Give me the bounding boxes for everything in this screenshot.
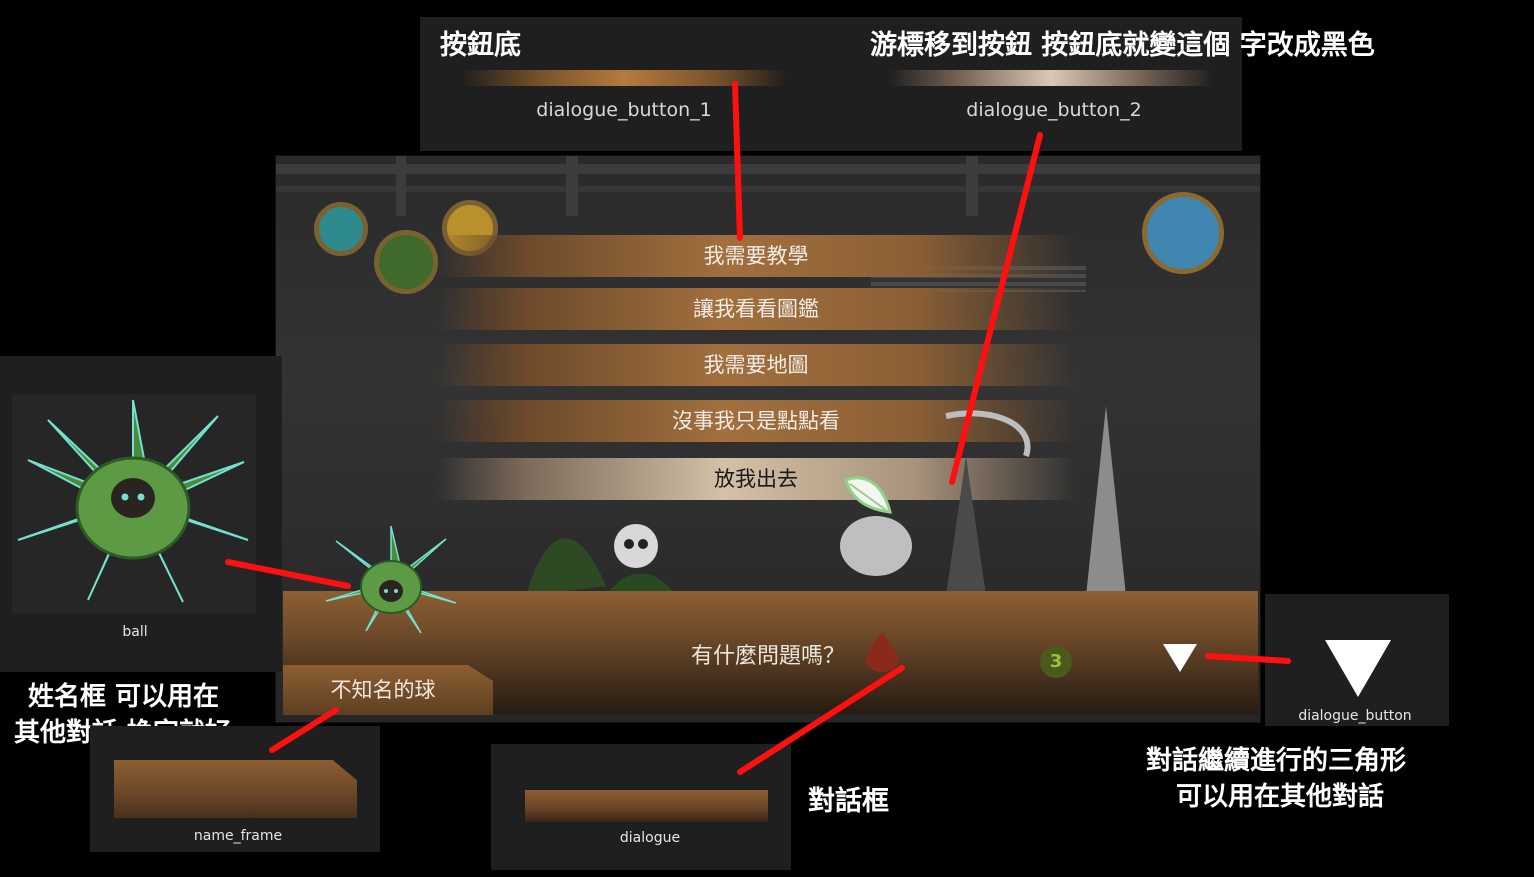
arrow-button-1: [732, 81, 743, 241]
arrow-triangle: [1205, 653, 1291, 664]
arrow-ball: [225, 559, 351, 589]
arrow-button-2: [949, 132, 1043, 485]
annotation-lines: [225, 81, 1291, 775]
arrow-dialogue: [737, 665, 905, 775]
arrow-name-frame: [269, 707, 339, 753]
